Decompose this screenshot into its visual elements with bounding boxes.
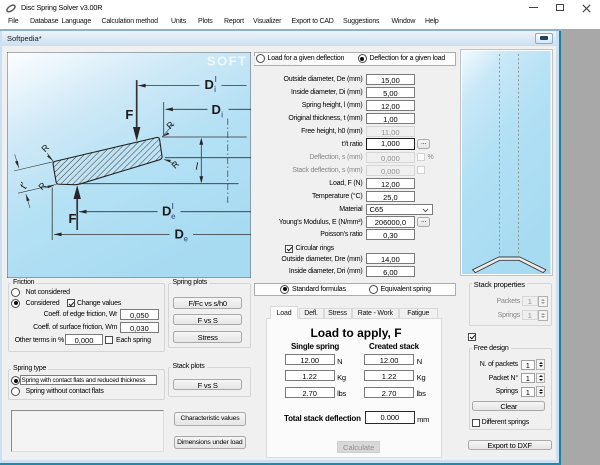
svg-text:D: D [211,102,220,117]
svg-text:i: i [214,85,216,94]
svg-text:i: i [221,110,223,119]
svg-text:SOFT: SOFT [207,53,247,68]
svg-text:e: e [171,211,176,220]
svg-text:D: D [204,76,213,91]
svg-text:I: I [214,75,216,84]
svg-text:F: F [125,106,133,121]
svg-text:F: F [68,211,76,226]
svg-text:e: e [183,234,188,243]
svg-text:I: I [171,202,173,211]
svg-text:D: D [162,203,171,218]
svg-text:D: D [174,226,183,241]
svg-text:l: l [195,160,198,172]
